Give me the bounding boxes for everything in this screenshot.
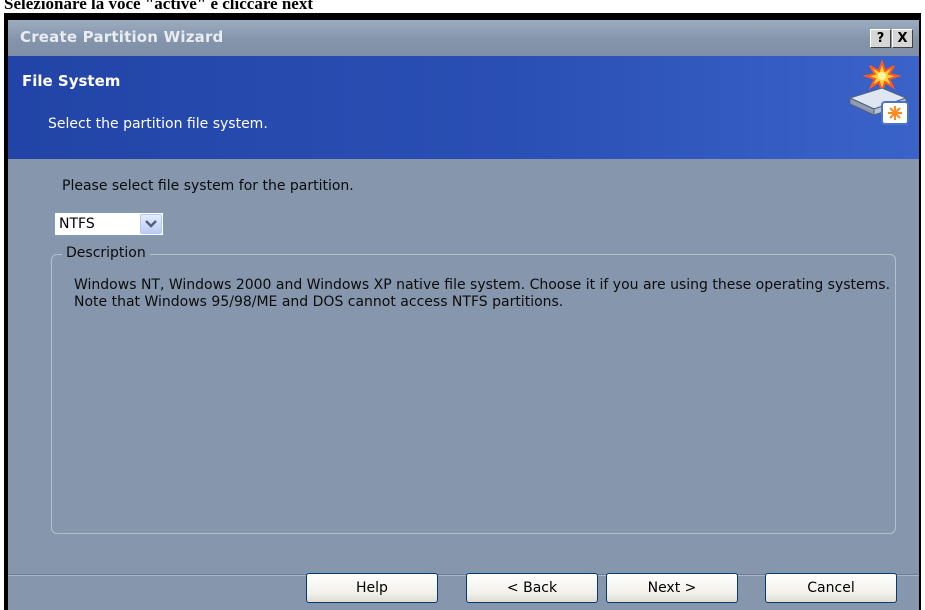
chevron-down-icon[interactable] (140, 214, 162, 234)
description-group: Description Windows NT, Windows 2000 and… (51, 245, 896, 534)
back-button[interactable]: < Back (466, 573, 598, 603)
window-title: Create Partition Wizard (20, 28, 224, 46)
back-button-label: < Back (506, 580, 558, 596)
file-system-select-value: NTFS (59, 216, 95, 232)
description-text: Windows NT, Windows 2000 and Windows XP … (74, 277, 891, 310)
next-button[interactable]: Next > (606, 573, 738, 603)
file-system-prompt: Please select file system for the partit… (62, 178, 354, 194)
header-banner: File System Select the partition file sy… (8, 56, 919, 159)
help-title-button[interactable]: ? (870, 29, 891, 48)
help-button[interactable]: Help (306, 573, 438, 603)
page-title: File System (22, 72, 121, 90)
title-bar[interactable]: Create Partition Wizard ? X (8, 20, 919, 56)
wizard-disk-icon (848, 60, 909, 125)
cancel-button[interactable]: Cancel (765, 573, 897, 603)
description-legend: Description (62, 245, 150, 261)
file-system-select[interactable]: NTFS (54, 212, 164, 236)
caption-text: Selezionare la voce "active" e cliccare … (4, 0, 314, 13)
help-button-label: Help (356, 580, 388, 596)
close-button[interactable]: X (892, 29, 913, 48)
page-subtitle: Select the partition file system. (48, 116, 268, 132)
cancel-button-label: Cancel (807, 580, 855, 596)
wizard-window: Create Partition Wizard ? X File System … (8, 20, 919, 610)
next-button-label: Next > (647, 580, 697, 596)
